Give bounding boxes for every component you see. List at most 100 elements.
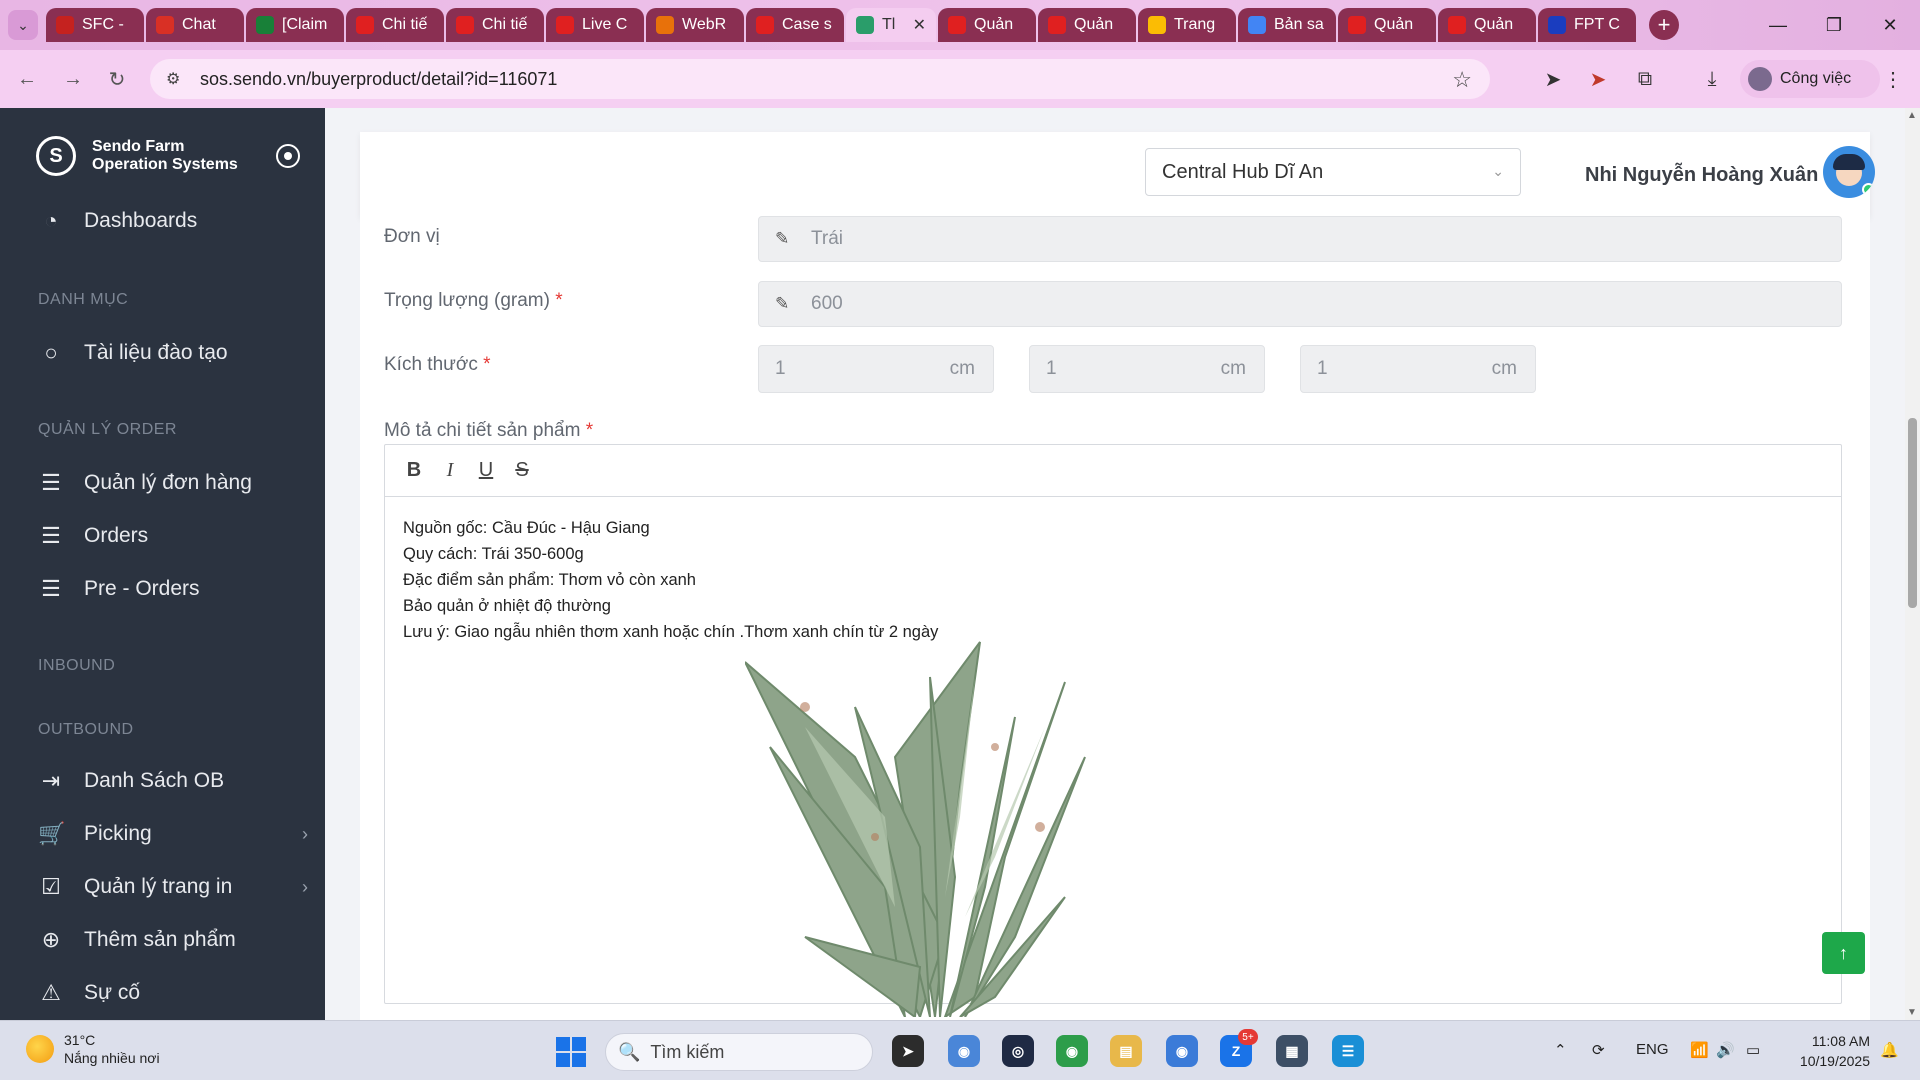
sidebar-item-label: Thêm sản phẩm [84,928,236,951]
site-info-icon[interactable]: ⚙ [166,69,188,89]
sidebar-item-pre-orders[interactable]: ☰ Pre - Orders [38,576,308,602]
extensions-puzzle-icon[interactable]: ⧉ [1630,64,1660,94]
browser-tab-strip: ⌄ SFC - Chat [Claim Chi tiế Chi tiế Live C Web… [0,0,1920,50]
tab-search-button[interactable]: ⌄ [8,10,38,40]
sidebar-item-danh-sach-ob[interactable]: ⇥ Danh Sách OB [38,768,308,794]
scroll-to-top-button[interactable]: ↑ [1822,932,1865,974]
scrollbar-thumb[interactable] [1908,418,1917,608]
bookmark-star-icon[interactable]: ☆ [1452,67,1472,93]
section-quan-ly-order: QUẢN LÝ ORDER [38,421,177,438]
minimize-button[interactable]: — [1750,0,1806,50]
browser-tab[interactable]: WebR [646,8,744,42]
language-indicator[interactable]: ENG [1636,1041,1669,1058]
browser-tab[interactable]: FPT C [1538,8,1636,42]
headset-app-icon[interactable]: ◎ [1002,1035,1034,1067]
sidebar-item-label: Picking [84,822,152,845]
user-name[interactable]: Nhi Nguyễn Hoàng Xuân [1585,164,1818,187]
system-clock[interactable]: 11:08 AM 10/19/2025 [1786,1031,1870,1071]
scroll-up-arrow-icon[interactable]: ▲ [1907,110,1917,121]
size-width-field[interactable]: 1 cm [1029,345,1265,393]
close-tab-icon[interactable]: ✕ [913,15,926,35]
chrome-icon[interactable]: ◉ [1056,1035,1088,1067]
volume-icon[interactable]: 🔊 [1716,1041,1735,1059]
profile-chip[interactable]: Công việc [1740,60,1880,98]
sidebar-item-tai-lieu[interactable]: ○ Tài liệu đào tạo [38,340,308,366]
browser-tab[interactable]: Quản [938,8,1036,42]
address-bar[interactable]: ⚙ sos.sendo.vn/buyerproduct/detail?id=11… [150,59,1490,99]
unit-field[interactable]: ✎ Trái [758,216,1842,262]
extension-arrow-icon[interactable]: ➤ [1583,64,1613,94]
notification-bell-icon[interactable]: 🔔 [1880,1041,1899,1059]
send-icon[interactable]: ➤ [1538,64,1568,94]
browser-tab[interactable]: Trang [1138,8,1236,42]
file-explorer-icon[interactable]: ▤ [1110,1035,1142,1067]
main-content: Central Hub Dĩ An ⌄ Nhi Nguyễn Hoàng Xuâ… [325,108,1905,1020]
hub-select[interactable]: Central Hub Dĩ An ⌄ [1145,148,1521,196]
new-tab-button[interactable]: + [1649,10,1679,40]
chevron-right-icon: › [302,876,308,897]
battery-icon[interactable]: ▭ [1746,1041,1760,1059]
chrome-alt-icon[interactable]: ◉ [1166,1035,1198,1067]
underline-icon[interactable]: U [475,459,497,482]
sidebar-toggle-icon[interactable] [276,144,300,168]
sidebar-item-label: Pre - Orders [84,577,200,600]
restore-button[interactable]: ❐ [1806,0,1862,50]
close-window-button[interactable]: ✕ [1862,0,1918,50]
strikethrough-icon[interactable]: S [511,459,533,482]
sidebar-item-su-co[interactable]: ⚠ Sự cố [38,980,308,1006]
taskbar-search[interactable]: 🔍 Tìm kiếm [605,1033,873,1071]
forward-button[interactable]: → [58,64,88,94]
tab-active[interactable]: Tl ✕ [846,8,936,42]
tray-chevron-up-icon[interactable]: ⌃ [1554,1041,1567,1059]
reload-button[interactable]: ↻ [102,64,132,94]
sidebar-item-label: Danh Sách OB [84,769,225,792]
checkbox-icon: ☑ [41,874,61,899]
brand[interactable]: S Sendo Farm Operation Systems [36,136,238,176]
browser-tab[interactable]: [Claim [246,8,344,42]
page-scrollbar[interactable]: ▲ ▼ [1905,108,1920,1020]
sign-out-icon: ⇥ [41,768,61,793]
sidebar-item-dashboards[interactable]: ◔ Dashboards [38,208,308,234]
browser-tab[interactable]: Live C [546,8,644,42]
user-avatar[interactable] [1823,146,1875,198]
notepad-icon[interactable]: ☰ [1332,1035,1364,1067]
size-length-field[interactable]: 1 cm [758,345,994,393]
tab-title: Case s [782,16,832,33]
calculator-icon[interactable]: ▦ [1276,1035,1308,1067]
sidebar-item-quan-ly-trang-in[interactable]: ☑ Quản lý trang in › [38,874,308,900]
tab-title: Quản [1374,16,1414,33]
sync-icon[interactable]: ⟳ [1592,1041,1605,1059]
back-button[interactable]: ← [12,64,42,94]
browser-tab[interactable]: Chi tiế [446,8,544,42]
browser-tab[interactable]: SFC - [46,8,144,42]
browser-tab[interactable]: Chat [146,8,244,42]
weather-widget[interactable]: 31°C Nắng nhiều nơi [26,1031,160,1067]
online-status-dot [1862,183,1875,196]
browser-tab[interactable]: Bản sa [1238,8,1336,42]
browser-tab[interactable]: Quản [1338,8,1436,42]
weight-field[interactable]: ✎ 600 [758,281,1842,327]
browser-menu-icon[interactable]: ⋮ [1878,64,1908,94]
size-height-field[interactable]: 1 cm [1300,345,1536,393]
chrome-profile-icon[interactable]: ◉ [948,1035,980,1067]
download-icon[interactable]: ⤓ [1697,64,1727,94]
browser-tab[interactable]: Quản [1038,8,1136,42]
browser-tab[interactable]: Quản [1438,8,1536,42]
arrow-app-icon[interactable]: ➤ [892,1035,924,1067]
bold-icon[interactable]: B [403,459,425,482]
scroll-down-arrow-icon[interactable]: ▼ [1907,1007,1917,1018]
sidebar-item-picking[interactable]: 🛒 Picking › [38,821,308,847]
required-mark: * [585,420,594,441]
browser-tab[interactable]: Case s [746,8,844,42]
sidebar-item-them-san-pham[interactable]: ⊕ Thêm sản phẩm [38,927,308,953]
italic-icon[interactable]: I [439,459,461,482]
sidebar-item-orders[interactable]: ☰ Orders [38,523,308,549]
tab-title: SFC - [82,16,124,33]
wifi-icon[interactable]: 📶 [1690,1041,1709,1059]
tab-title: Quản [974,16,1014,33]
windows-start-icon[interactable] [556,1037,586,1067]
tab-title: [Claim [282,16,328,33]
sidebar-item-quan-ly-don-hang[interactable]: ☰ Quản lý đơn hàng [38,470,308,496]
browser-tab[interactable]: Chi tiế [346,8,444,42]
pencil-icon: ✎ [775,229,790,248]
